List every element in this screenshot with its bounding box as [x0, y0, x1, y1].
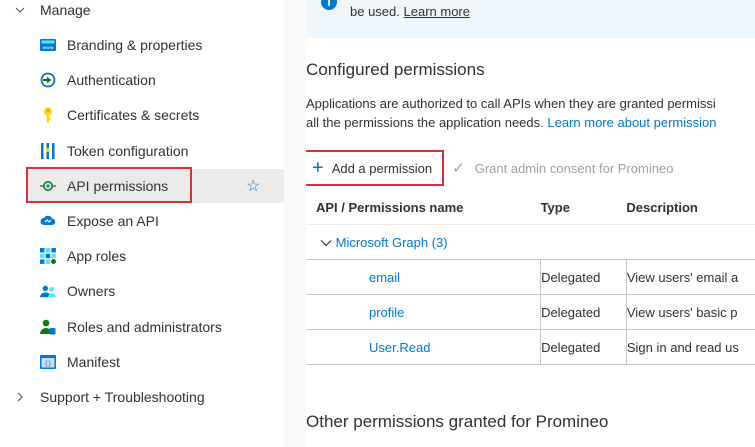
- support-group-header[interactable]: Support + Troubleshooting: [0, 383, 284, 411]
- banner-text: be used.: [350, 4, 400, 19]
- permissions-table: API / Permissions name Type Description …: [306, 190, 755, 365]
- svg-text:{}: {}: [44, 361, 51, 368]
- grant-consent-label: Grant admin consent for Promineo: [474, 160, 674, 176]
- grant-admin-consent-button[interactable]: ✓ Grant admin consent for Promineo: [452, 150, 673, 186]
- app-roles-icon: [40, 248, 56, 264]
- main-content: i be used. Learn more Configured permiss…: [306, 0, 755, 447]
- permission-description: Sign in and read us: [626, 339, 739, 355]
- command-bar: + Add a permission ✓ Grant admin consent…: [306, 150, 673, 186]
- sidebar-item-token-configuration[interactable]: Token configuration: [26, 134, 284, 168]
- roles-admins-icon: [40, 319, 56, 335]
- column-header-api-permissions[interactable]: API / Permissions name: [306, 190, 541, 225]
- sidebar-item-label: Certificates & secrets: [67, 107, 200, 123]
- chevron-right-icon: [0, 391, 40, 403]
- permission-description: View users' basic p: [626, 304, 738, 320]
- sidebar-item-manifest[interactable]: {} Manifest: [26, 345, 284, 379]
- info-icon: i: [321, 0, 337, 10]
- cloud-api-icon: [40, 213, 56, 229]
- table-row: profile Delegated View users' basic p: [306, 294, 755, 330]
- table-header-row: API / Permissions name Type Description: [306, 190, 755, 225]
- key-icon: [40, 107, 56, 123]
- description-line-1: Applications are authorized to call APIs…: [306, 96, 716, 111]
- other-permissions-title: Other permissions granted for Promineo: [306, 412, 609, 431]
- column-header-type[interactable]: Type: [540, 190, 627, 225]
- permission-name-link[interactable]: email: [369, 270, 400, 285]
- sidebar-item-label: Token configuration: [67, 143, 189, 159]
- sidebar-item-label: Manifest: [67, 354, 120, 370]
- table-row: email Delegated View users' email a: [306, 259, 755, 295]
- permission-type: Delegated: [541, 304, 601, 320]
- description-text: all the permissions the application need…: [306, 115, 544, 130]
- sidebar-item-roles-administrators[interactable]: Roles and administrators: [26, 310, 284, 344]
- sidebar-item-label: Owners: [67, 283, 116, 299]
- sidebar-item-label: Authentication: [67, 72, 156, 88]
- plus-icon: +: [312, 157, 324, 179]
- chevron-down-icon[interactable]: [320, 235, 332, 250]
- column-header-description[interactable]: Description: [626, 190, 755, 225]
- blade-separator: [284, 0, 306, 447]
- manage-label: Manage: [40, 2, 91, 18]
- info-banner-text: be used. Learn more: [350, 4, 470, 19]
- manifest-icon: {}: [40, 354, 56, 370]
- permission-description: View users' email a: [626, 269, 739, 285]
- sidebar-item-expose-an-api[interactable]: Expose an API: [26, 204, 284, 238]
- configured-permissions-title: Configured permissions: [306, 60, 485, 79]
- authentication-icon: [40, 72, 56, 88]
- permission-type: Delegated: [541, 339, 601, 355]
- sidebar-item-label: Branding & properties: [67, 37, 203, 53]
- chevron-down-icon: [0, 4, 40, 16]
- sidebar-item-label: Expose an API: [67, 213, 159, 229]
- token-icon: [40, 143, 56, 159]
- microsoft-graph-group-link[interactable]: Microsoft Graph (3): [336, 235, 448, 250]
- configured-description: Applications are authorized to call APIs…: [306, 94, 716, 132]
- info-banner: i be used. Learn more: [306, 0, 755, 38]
- table-group-row[interactable]: Microsoft Graph (3): [306, 224, 755, 260]
- sidebar-item-label: App roles: [67, 248, 127, 264]
- add-permission-label: Add a permission: [331, 160, 433, 176]
- description-line-2: all the permissions the application need…: [306, 113, 716, 132]
- sidebar: Manage www Branding & properties Authent…: [0, 0, 284, 447]
- sidebar-item-owners[interactable]: Owners: [26, 274, 284, 308]
- permission-type: Delegated: [541, 269, 601, 285]
- favorite-star-icon[interactable]: ☆: [246, 176, 260, 196]
- sidebar-item-label: Roles and administrators: [67, 319, 222, 335]
- owners-icon: [40, 283, 56, 299]
- sidebar-item-app-roles[interactable]: App roles: [26, 239, 284, 273]
- add-permission-button[interactable]: + Add a permission: [306, 150, 445, 186]
- branding-icon: www: [40, 37, 56, 53]
- learn-more-permissions-link[interactable]: Learn more about permission: [547, 115, 716, 130]
- sidebar-item-authentication[interactable]: Authentication: [26, 63, 284, 97]
- permission-name-link[interactable]: User.Read: [369, 340, 430, 355]
- svg-text:www: www: [42, 46, 53, 51]
- selection-highlight: [26, 167, 192, 203]
- banner-learn-more-link[interactable]: Learn more: [404, 4, 470, 19]
- table-row: User.Read Delegated Sign in and read us: [306, 329, 755, 365]
- permission-name-link[interactable]: profile: [369, 305, 404, 320]
- sidebar-item-branding[interactable]: www Branding & properties: [26, 28, 284, 62]
- checkmark-icon: ✓: [452, 160, 465, 177]
- sidebar-item-certificates[interactable]: Certificates & secrets: [26, 98, 284, 132]
- manage-group-header[interactable]: Manage: [0, 0, 284, 24]
- support-label: Support + Troubleshooting: [40, 389, 205, 405]
